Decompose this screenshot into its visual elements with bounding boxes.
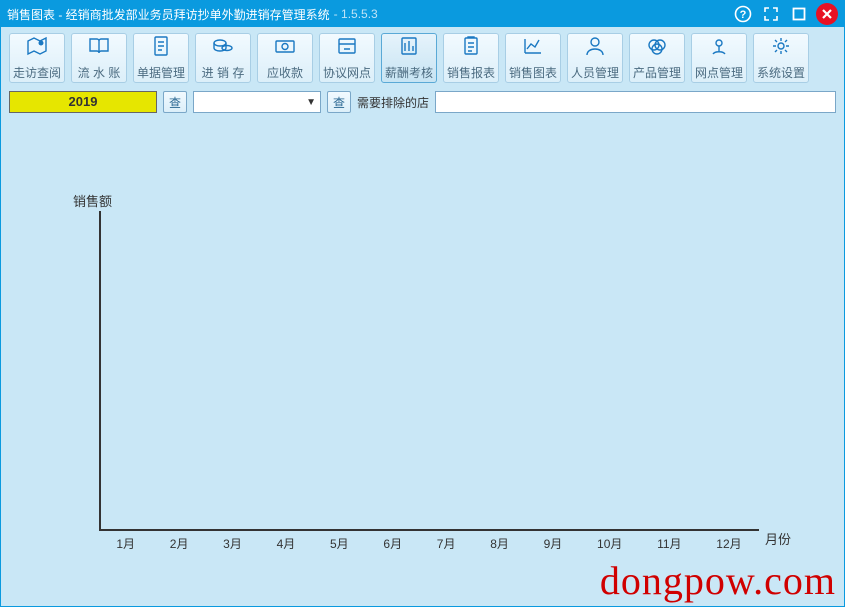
xtick: 7月 [437,535,456,552]
toolbar-report-button[interactable]: 销售报表 [443,33,499,83]
toolbar-label: 人员管理 [571,64,619,81]
xtick: 3月 [223,535,242,552]
toolbar-ledger-button[interactable]: 流 水 账 [71,33,127,83]
lookup-combo-button[interactable]: 查 [327,91,351,113]
exclude-label: 需要排除的店 [357,94,429,111]
window-version: - 1.5.5.3 [334,7,378,21]
store-icon [335,35,359,60]
toolbar-label: 进 销 存 [202,64,245,81]
venn-icon [645,35,669,60]
xtick: 11月 [657,535,681,552]
map-pin-icon [25,35,49,60]
filter-bar: 2019 查 ▼ 查 需要排除的店 [1,87,844,121]
chart-plot-area [99,211,759,531]
year-field[interactable]: 2019 [9,91,157,113]
watermark: dongpow.com [600,557,836,604]
xtick: 6月 [383,535,402,552]
toolbar-label: 薪酬考核 [385,64,433,81]
document-icon [149,35,173,60]
book-icon [87,35,111,60]
filter-combo[interactable]: ▼ [193,91,321,113]
toolbar-orders-button[interactable]: 单据管理 [133,33,189,83]
gear-icon [769,35,793,60]
toolbar-label: 销售报表 [447,64,495,81]
xtick: 8月 [490,535,509,552]
chart-y-label: 销售额 [73,191,112,210]
svg-text:?: ? [740,9,747,21]
toolbar-staff-button[interactable]: 人员管理 [567,33,623,83]
toolbar-label: 系统设置 [757,64,805,81]
toolbar-label: 应收款 [267,64,303,81]
toolbar-stock-button[interactable]: 进 销 存 [195,33,251,83]
close-icon[interactable] [816,3,838,25]
xtick: 12月 [716,535,741,552]
report-icon [397,35,421,60]
main-toolbar: 走访查阅 流 水 账 单据管理 进 销 存 应收款 [1,27,844,87]
toolbar-salary-button[interactable]: 薪酬考核 [381,33,437,83]
toolbar-label: 单据管理 [137,64,185,81]
window-title: 销售图表 - 经销商批发部业务员拜访抄单外勤进销存管理系统 [7,6,330,23]
xtick: 9月 [544,535,563,552]
fullscreen-icon[interactable] [760,3,782,25]
help-icon[interactable]: ? [732,3,754,25]
coins-icon [211,35,235,60]
toolbar-branch-button[interactable]: 协议网点 [319,33,375,83]
chart-x-ticks: 1月 2月 3月 4月 5月 6月 7月 8月 9月 10月 11月 12月 [99,535,759,552]
xtick: 10月 [597,535,622,552]
window-buttons: ? [732,3,838,25]
toolbar-settings-button[interactable]: 系统设置 [753,33,809,83]
clipboard-icon [459,35,483,60]
toolbar-label: 流 水 账 [78,64,121,81]
maximize-icon[interactable] [788,3,810,25]
toolbar-chart-button[interactable]: 销售图表 [505,33,561,83]
xtick: 4月 [277,535,296,552]
location-icon [707,35,731,60]
chart-icon [521,35,545,60]
xtick: 2月 [170,535,189,552]
chart-x-label: 月份 [765,529,791,548]
toolbar-product-button[interactable]: 产品管理 [629,33,685,83]
money-icon [273,35,297,60]
toolbar-network-button[interactable]: 网点管理 [691,33,747,83]
titlebar: 销售图表 - 经销商批发部业务员拜访抄单外勤进销存管理系统 - 1.5.5.3 … [1,1,844,27]
lookup-year-button[interactable]: 查 [163,91,187,113]
xtick: 5月 [330,535,349,552]
toolbar-label: 协议网点 [323,64,371,81]
app-window: 销售图表 - 经销商批发部业务员拜访抄单外勤进销存管理系统 - 1.5.5.3 … [0,0,845,607]
toolbar-label: 走访查阅 [13,64,61,81]
toolbar-label: 产品管理 [633,64,681,81]
chevron-down-icon: ▼ [306,97,316,108]
toolbar-visit-button[interactable]: 走访查阅 [9,33,65,83]
toolbar-receivable-button[interactable]: 应收款 [257,33,313,83]
user-icon [583,35,607,60]
xtick: 1月 [116,535,135,552]
exclude-input[interactable] [435,91,836,113]
toolbar-label: 销售图表 [509,64,557,81]
toolbar-label: 网点管理 [695,64,743,81]
